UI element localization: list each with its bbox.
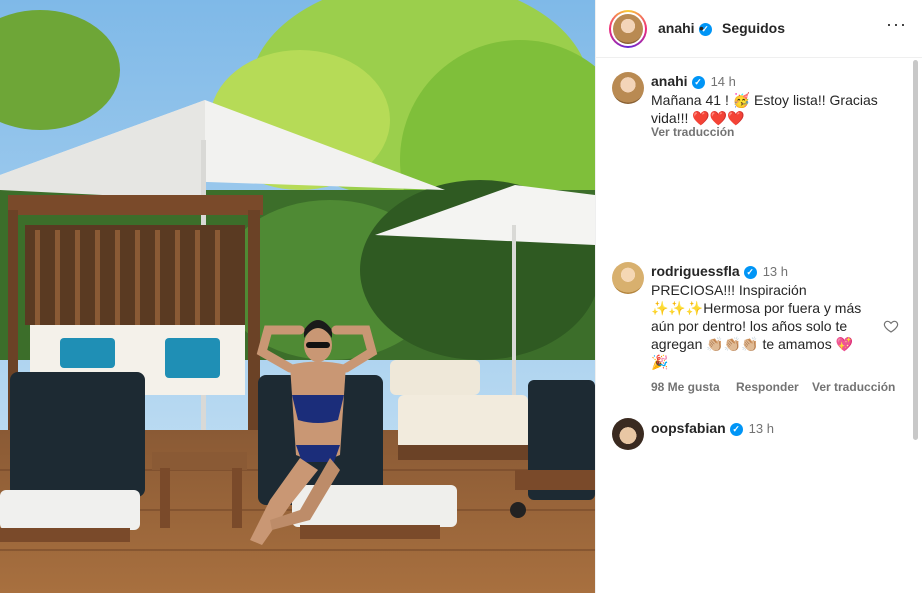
verified-badge-icon: ✓ <box>743 265 757 279</box>
comment-translate-link[interactable]: Ver traducción <box>812 380 895 394</box>
caption-author[interactable]: anahi ✓ 14 h <box>651 73 736 89</box>
comment-line-3: aún por dentro! los años solo te <box>651 318 848 334</box>
comment-line-4: agregan 👏🏼👏🏼👏🏼 te amamos 💖 <box>651 336 854 352</box>
comment-time[interactable]: 13 h <box>749 421 774 436</box>
poolside-photo-illustration <box>0 0 595 593</box>
caption-time[interactable]: 14 h <box>711 74 736 89</box>
comment-avatar[interactable] <box>612 262 644 294</box>
comment-likes[interactable]: 98 Me gusta <box>651 380 720 394</box>
caption-translate-link[interactable]: Ver traducción <box>651 125 734 139</box>
more-options-icon[interactable]: ··· <box>886 14 907 35</box>
post-header: anahi ✓ • Seguidos ··· <box>596 0 922 58</box>
post-side-panel: anahi ✓ • Seguidos ··· anahi ✓ 14 h Mañana … <box>595 0 922 593</box>
caption-avatar[interactable] <box>612 72 644 104</box>
caption-line-1: Mañana 41 ! 🥳 Estoy lista!! Gracias <box>651 92 878 108</box>
comment-line-5: 🎉 <box>651 354 669 370</box>
following-button[interactable]: Seguidos <box>722 20 785 36</box>
comment-author[interactable]: rodriguessfla ✓ 13 h <box>651 263 788 279</box>
comment-line-1: PRECIOSA!!! Inspiración <box>651 282 807 298</box>
comment-line-2: ✨✨✨Hermosa por fuera y más <box>651 300 862 316</box>
verified-badge-icon: ✓ <box>729 422 743 436</box>
comment-author[interactable]: oopsfabian ✓ 13 h <box>651 420 774 436</box>
comment-avatar[interactable] <box>612 418 644 450</box>
verified-badge-icon: ✓ <box>691 75 705 89</box>
separator-dot: • <box>699 20 704 36</box>
comment-time[interactable]: 13 h <box>763 264 788 279</box>
heart-icon[interactable] <box>883 318 899 334</box>
post-photo[interactable] <box>0 0 595 593</box>
comment-reply-button[interactable]: Responder <box>736 380 799 394</box>
comments-scrollbar[interactable] <box>913 60 918 440</box>
author-avatar[interactable] <box>609 10 647 48</box>
